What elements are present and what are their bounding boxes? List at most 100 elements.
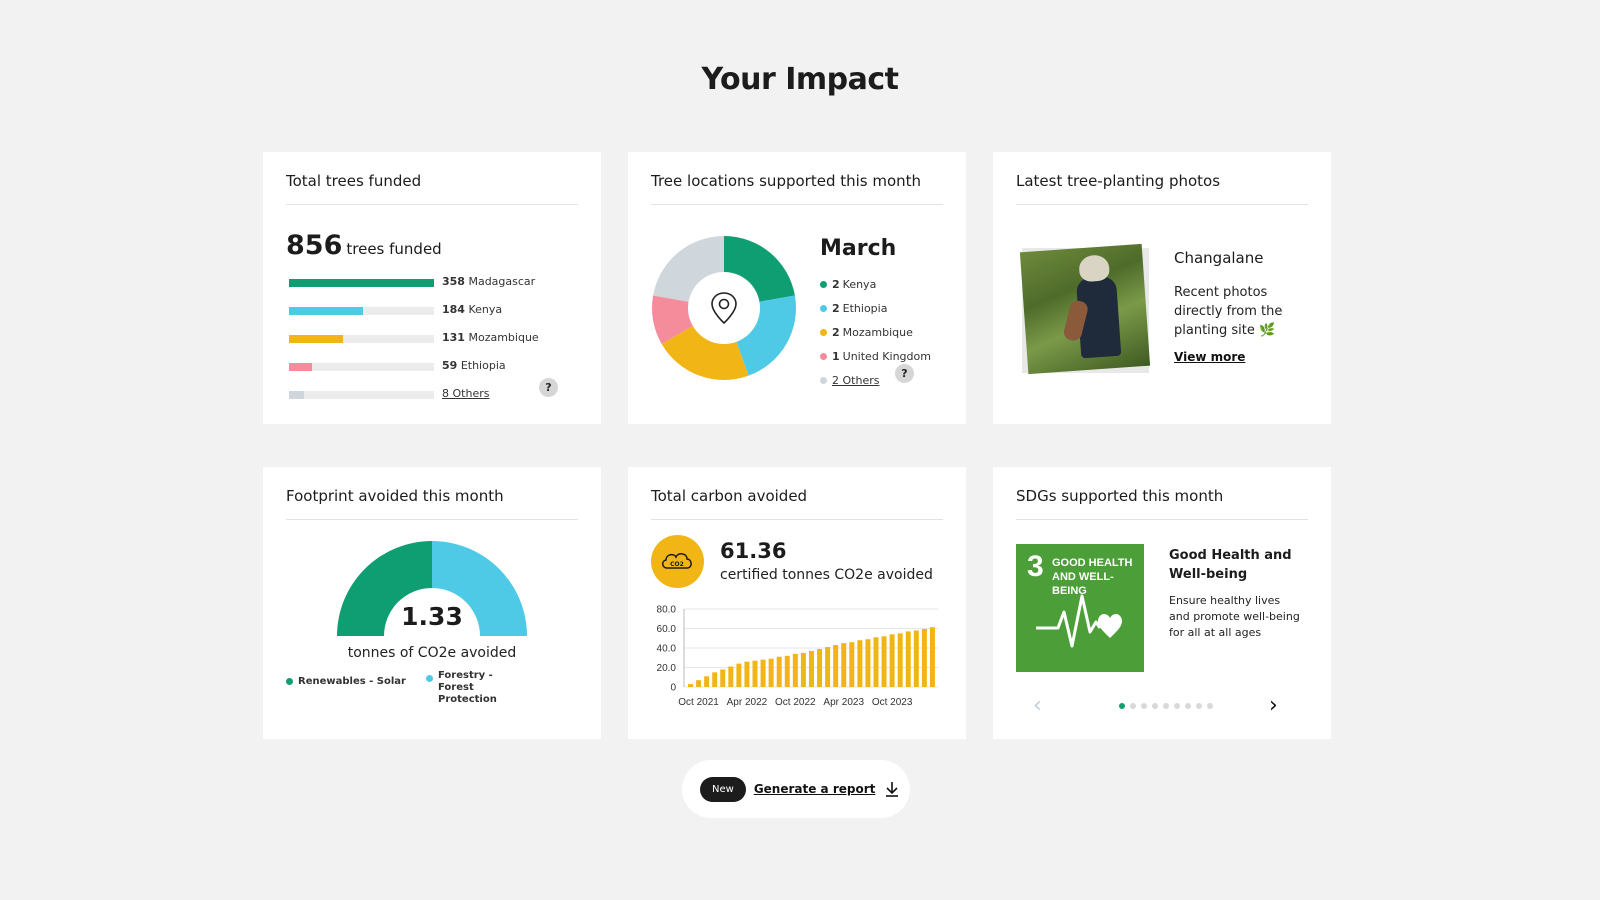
help-button[interactable]: ? bbox=[895, 364, 914, 383]
legend-name: Ethiopia bbox=[842, 301, 888, 315]
legend-dot bbox=[820, 304, 827, 312]
carbon-bar bbox=[768, 658, 774, 687]
month-label: March bbox=[820, 236, 897, 261]
carbon-bar bbox=[857, 640, 863, 687]
tree-bar-label: 131 Mozambique bbox=[442, 331, 539, 344]
card-title: SDGs supported this month bbox=[1016, 487, 1308, 520]
legend-item: 2 Mozambique bbox=[820, 320, 931, 344]
carbon-bar bbox=[833, 645, 839, 687]
generate-report-link[interactable]: Generate a report bbox=[754, 782, 876, 796]
map-pin-icon bbox=[711, 292, 737, 325]
photo-hat bbox=[1078, 254, 1111, 283]
tree-bar-count: 131 bbox=[442, 331, 465, 344]
legend-dot bbox=[426, 675, 433, 682]
card-title: Total carbon avoided bbox=[651, 487, 943, 520]
legend-item-others[interactable]: 2 Others bbox=[820, 368, 931, 392]
donut-slice bbox=[653, 236, 724, 302]
x-tick-label: Oct 2021 bbox=[678, 697, 719, 708]
tree-bar-label: 358 Madagascar bbox=[442, 275, 535, 288]
carbon-bar-chart: 80.0 60.0 40.0 20.0 0 Oct 2021 Apr 2022 Oct 20… bbox=[657, 605, 938, 708]
carbon-bar bbox=[784, 655, 790, 687]
tree-bar-row: 131 Mozambique bbox=[289, 329, 579, 357]
legend-count: 2 bbox=[832, 325, 840, 339]
tree-others-label[interactable]: 8 Others bbox=[442, 387, 489, 400]
locations-donut-chart bbox=[652, 236, 796, 380]
carousel-dot[interactable] bbox=[1152, 703, 1158, 709]
tree-bar-count: 184 bbox=[442, 303, 465, 316]
carousel-dot[interactable] bbox=[1174, 703, 1180, 709]
sdg-number: 3 bbox=[1027, 550, 1044, 583]
tree-bar-fill bbox=[289, 307, 363, 315]
heartbeat-heart-icon bbox=[1036, 594, 1122, 648]
carbon-bar bbox=[825, 647, 831, 687]
carousel-next-button[interactable]: › bbox=[1269, 693, 1278, 718]
carbon-bar bbox=[744, 661, 750, 687]
carousel-dot[interactable] bbox=[1163, 703, 1169, 709]
legend-name: United Kingdom bbox=[842, 349, 931, 363]
legend-item: 1 United Kingdom bbox=[820, 344, 931, 368]
new-badge: New bbox=[700, 776, 746, 802]
tree-planting-photo[interactable] bbox=[1019, 243, 1151, 375]
x-tick-label: Oct 2022 bbox=[775, 697, 816, 708]
tree-bar-name: Kenya bbox=[468, 303, 503, 316]
legend-dot bbox=[820, 280, 827, 288]
carousel-dot[interactable] bbox=[1119, 703, 1125, 709]
trees-funded-card: Total trees funded 856 trees funded 358 M… bbox=[263, 152, 601, 424]
carousel-dot[interactable] bbox=[1207, 703, 1213, 709]
co2-badge-text: CO2 bbox=[670, 561, 684, 568]
y-tick-label: 40.0 bbox=[657, 644, 677, 655]
trees-total-unit: trees funded bbox=[346, 240, 442, 258]
card-title: Footprint avoided this month bbox=[286, 487, 578, 520]
co2-cloud-icon: CO2 bbox=[662, 553, 692, 569]
carousel-dot[interactable] bbox=[1130, 703, 1136, 709]
view-more-link[interactable]: View more bbox=[1174, 350, 1245, 364]
legend-dot bbox=[286, 678, 293, 685]
page-title: Your Impact bbox=[701, 62, 899, 97]
carbon-bar bbox=[873, 637, 879, 687]
others-link[interactable]: 8 Others bbox=[442, 387, 489, 400]
tree-bar-name: Mozambique bbox=[468, 331, 539, 344]
sdg-goal-title: Good Health and Well-being bbox=[1169, 548, 1292, 582]
tree-bar-row: 59 Ethiopia bbox=[289, 357, 579, 385]
carbon-bar bbox=[929, 627, 935, 687]
carbon-bar bbox=[849, 642, 855, 687]
trees-total-number: 856 bbox=[286, 230, 343, 261]
tree-locations-card: Tree locations supported this month Marc… bbox=[628, 152, 966, 424]
footprint-caption: tonnes of CO2e avoided bbox=[347, 645, 517, 661]
carousel-dot[interactable] bbox=[1196, 703, 1202, 709]
tree-bar-row: 358 Madagascar bbox=[289, 273, 579, 301]
tree-bar-fill bbox=[289, 335, 343, 343]
carbon-caption: certified tonnes CO2e avoided bbox=[720, 567, 933, 583]
x-tick-label: Oct 2023 bbox=[872, 697, 913, 708]
trees-bar-list: 358 Madagascar 184 Kenya 131 Mozambique … bbox=[289, 273, 579, 413]
carousel-dot[interactable] bbox=[1185, 703, 1191, 709]
carbon-bar bbox=[905, 631, 911, 687]
carousel-dot[interactable] bbox=[1141, 703, 1147, 709]
co2-badge: CO2 bbox=[651, 535, 704, 588]
carbon-bar bbox=[913, 630, 919, 687]
y-tick-label: 60.0 bbox=[657, 624, 677, 635]
carbon-bar bbox=[736, 663, 742, 687]
legend-item: Forestry - Forest Protection bbox=[426, 670, 528, 706]
carbon-bar bbox=[776, 656, 782, 687]
carbon-bar bbox=[921, 628, 927, 687]
photo-frame[interactable] bbox=[1019, 243, 1151, 375]
help-button[interactable]: ? bbox=[539, 378, 558, 397]
card-title: Total trees funded bbox=[286, 172, 578, 205]
download-icon[interactable] bbox=[885, 781, 899, 797]
carousel-prev-button[interactable]: ‹ bbox=[1033, 693, 1042, 718]
legend-dot bbox=[820, 352, 827, 360]
legend-count: 2 bbox=[832, 277, 840, 291]
tree-bar-count: 358 bbox=[442, 275, 465, 288]
photo-description: Recent photos directly from the planting… bbox=[1174, 285, 1283, 338]
carbon-bar bbox=[889, 634, 895, 687]
tree-bar-name: Ethiopia bbox=[460, 359, 506, 372]
footprint-card: Footprint avoided this month 1.33 tonnes… bbox=[263, 467, 601, 739]
others-link[interactable]: 2 Others bbox=[832, 374, 879, 387]
carbon-bar bbox=[817, 648, 823, 687]
card-title: Tree locations supported this month bbox=[651, 172, 943, 205]
tree-bar-row-others: 8 Others bbox=[289, 385, 579, 413]
tree-bar-fill-others bbox=[289, 391, 304, 399]
tree-bar-fill bbox=[289, 279, 434, 287]
carbon-bar bbox=[808, 650, 814, 687]
